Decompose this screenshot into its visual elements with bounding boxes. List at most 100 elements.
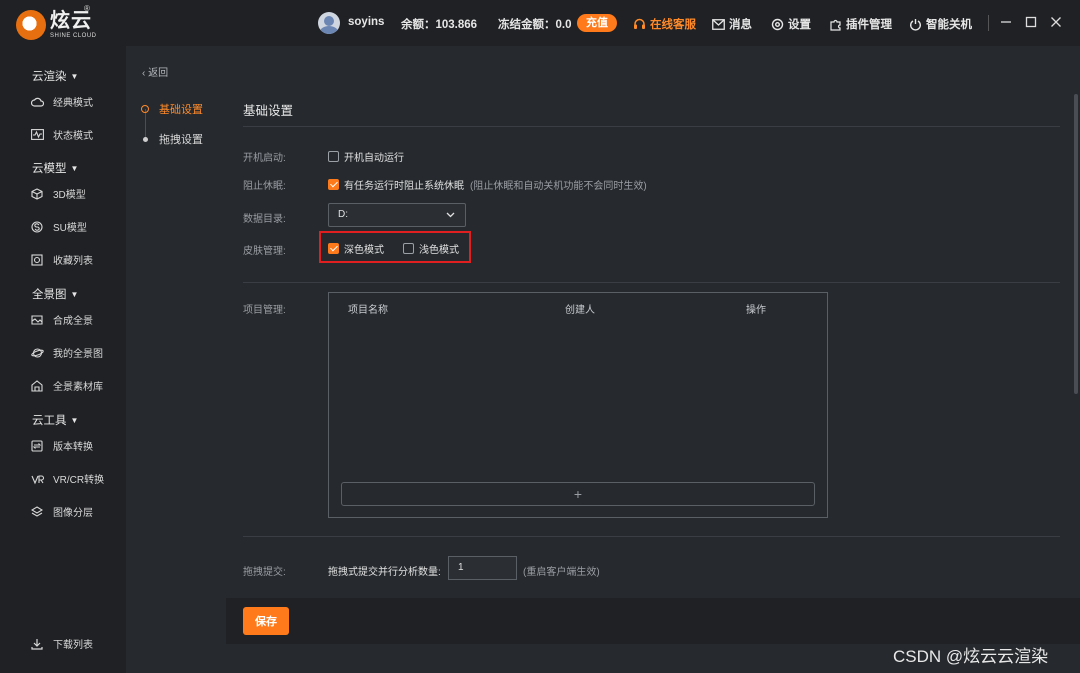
sidebar-item-image-layers[interactable]: 图像分层 <box>30 504 93 519</box>
checkbox-checked-icon <box>328 243 339 254</box>
project-management-label: 项目管理: <box>243 305 286 316</box>
caret-down-icon: ▼ <box>70 415 79 425</box>
layers-icon <box>30 505 44 519</box>
sidebar-group-cloud-tools[interactable]: 云工具 ▼ <box>32 412 78 428</box>
project-table: 项目名称 创建人 操作 + <box>328 292 828 518</box>
sidebar-item-3d-model[interactable]: 3D模型 <box>30 186 86 201</box>
drag-submit-label: 拖拽提交: <box>243 567 286 578</box>
registered-mark: ® <box>84 4 90 13</box>
sidebar-item-label: VR/CR转换 <box>53 475 105 486</box>
sidebar-group-panorama[interactable]: 全景图 ▼ <box>32 286 78 302</box>
plus-icon: + <box>573 486 583 502</box>
sidebar-item-label: 版本转换 <box>53 442 93 453</box>
download-icon <box>30 637 44 651</box>
settings-label: 设置 <box>788 19 811 31</box>
prevent-sleep-checkbox[interactable]: 有任务运行时阻止系统休眠 (阻止休眠和自动关机功能不会同时生效) <box>328 177 647 192</box>
nav-item-label: 拖拽设置 <box>159 134 203 146</box>
maximize-button[interactable] <box>1022 13 1040 31</box>
headset-icon <box>634 18 645 29</box>
sidebar-item-classic-mode[interactable]: 经典模式 <box>30 94 93 109</box>
chevron-left-icon: ‹ <box>142 68 146 79</box>
maximize-icon <box>1025 16 1037 28</box>
minimize-icon <box>1001 21 1011 23</box>
column-header-project-name: 项目名称 <box>348 305 388 316</box>
caret-down-icon: ▼ <box>70 71 79 81</box>
add-project-button[interactable]: + <box>341 482 815 506</box>
sidebar-item-label: 3D模型 <box>53 190 86 201</box>
back-link[interactable]: ‹ 返回 <box>142 64 168 79</box>
sidebar-item-vr-cr-convert[interactable]: VR/CR转换 <box>30 471 104 486</box>
sidebar-item-su-model[interactable]: SU模型 <box>30 219 87 234</box>
checkbox-unchecked-icon <box>403 243 414 254</box>
sidebar-item-favorites[interactable]: 收藏列表 <box>30 252 93 267</box>
data-dir-label: 数据目录: <box>243 214 286 225</box>
action-bar: 保存 <box>226 598 1080 644</box>
sidebar-item-label: 全景素材库 <box>53 382 103 393</box>
sidebar-group-label: 云渲染 <box>32 71 67 83</box>
chevron-down-icon <box>446 212 455 218</box>
divider <box>243 282 1060 283</box>
prevent-sleep-label: 阻止休眠: <box>243 181 286 192</box>
username[interactable]: soyins <box>348 16 384 28</box>
autostart-option-label: 开机自动运行 <box>344 153 404 164</box>
caret-down-icon: ▼ <box>70 163 79 173</box>
checkbox-checked-icon <box>328 179 339 190</box>
save-button[interactable]: 保存 <box>243 607 289 635</box>
title-bar: 炫云 SHINE CLOUD ® soyins 余额：103.866 冻结金额：… <box>0 0 1080 46</box>
smart-shutdown-button[interactable]: 智能关机 <box>909 16 972 32</box>
sidebar-item-label: 经典模式 <box>53 98 93 109</box>
nav-item-basic-settings[interactable]: 基础设置 <box>141 101 203 117</box>
scrollbar-thumb[interactable] <box>1074 94 1078 394</box>
dot-icon <box>142 136 148 142</box>
restart-hint: (重启客户端生效) <box>523 567 600 578</box>
plugin-manager-button[interactable]: 插件管理 <box>829 16 892 32</box>
gear-icon <box>771 18 784 30</box>
su-icon <box>30 220 44 234</box>
cloud-icon <box>30 95 44 109</box>
sidebar-item-compose-panorama[interactable]: 合成全景 <box>30 312 93 327</box>
logo-subtext: SHINE CLOUD <box>50 33 97 39</box>
settings-content: 基础设置 开机启动: 开机自动运行 阻止休眠: 有任务运行时阻止系统休眠 (阻止… <box>226 46 1080 673</box>
prevent-sleep-option-label: 有任务运行时阻止系统休眠 <box>344 181 464 192</box>
prevent-sleep-hint: (阻止休眠和自动关机功能不会同时生效) <box>470 181 647 192</box>
light-mode-checkbox[interactable]: 浅色模式 <box>403 241 459 256</box>
avatar[interactable] <box>318 12 340 34</box>
settings-button[interactable]: 设置 <box>771 16 811 32</box>
puzzle-icon <box>830 19 841 31</box>
sidebar-group-cloud-render[interactable]: 云渲染 ▼ <box>32 68 78 84</box>
minimize-button[interactable] <box>997 13 1015 31</box>
online-support-button[interactable]: 在线客服 <box>633 16 696 32</box>
nav-item-drag-settings[interactable]: 拖拽设置 <box>141 131 203 147</box>
frozen-amount-text: 冻结金额：0.0 <box>498 19 572 31</box>
window-controls-divider <box>988 15 989 31</box>
sidebar-item-label: 下载列表 <box>53 640 93 651</box>
watermark: CSDN @炫云云渲染 <box>893 647 1049 666</box>
sidebar-item-version-convert[interactable]: 版本转换 <box>30 438 93 453</box>
close-button[interactable] <box>1047 13 1065 31</box>
autostart-checkbox[interactable]: 开机自动运行 <box>328 149 404 164</box>
sidebar-item-download-list[interactable]: 下载列表 <box>30 636 93 651</box>
dark-mode-checkbox[interactable]: 深色模式 <box>328 241 384 256</box>
sidebar-item-label: 我的全景图 <box>53 349 103 360</box>
recharge-button[interactable]: 充值 <box>577 14 617 32</box>
data-dir-select[interactable]: D: <box>328 203 466 227</box>
sidebar-group-cloud-model[interactable]: 云模型 ▼ <box>32 160 78 176</box>
sidebar-item-status-mode[interactable]: 状态模式 <box>30 127 93 142</box>
vr-icon <box>30 472 44 486</box>
online-support-label: 在线客服 <box>650 19 696 31</box>
sidebar-item-label: 合成全景 <box>53 316 93 327</box>
sidebar: 云渲染 ▼ 经典模式 状态模式 云模型 ▼ 3D模型 SU模型 收藏列表 全景图 ▼ … <box>0 46 126 673</box>
page-title: 基础设置 <box>243 104 294 118</box>
sidebar-item-my-panoramas[interactable]: 我的全景图 <box>30 345 103 360</box>
sidebar-group-label: 云工具 <box>32 415 67 427</box>
divider <box>243 126 1060 127</box>
messages-button[interactable]: 消息 <box>712 16 752 32</box>
skin-label: 皮肤管理: <box>243 246 286 257</box>
balance-text: 余额：103.866 <box>401 19 478 31</box>
library-icon <box>30 379 44 393</box>
column-header-creator: 创建人 <box>565 305 595 316</box>
parallel-analysis-input[interactable]: 1 <box>448 556 517 580</box>
light-mode-label: 浅色模式 <box>419 245 459 256</box>
sidebar-item-label: SU模型 <box>53 223 87 234</box>
sidebar-item-panorama-library[interactable]: 全景素材库 <box>30 378 103 393</box>
